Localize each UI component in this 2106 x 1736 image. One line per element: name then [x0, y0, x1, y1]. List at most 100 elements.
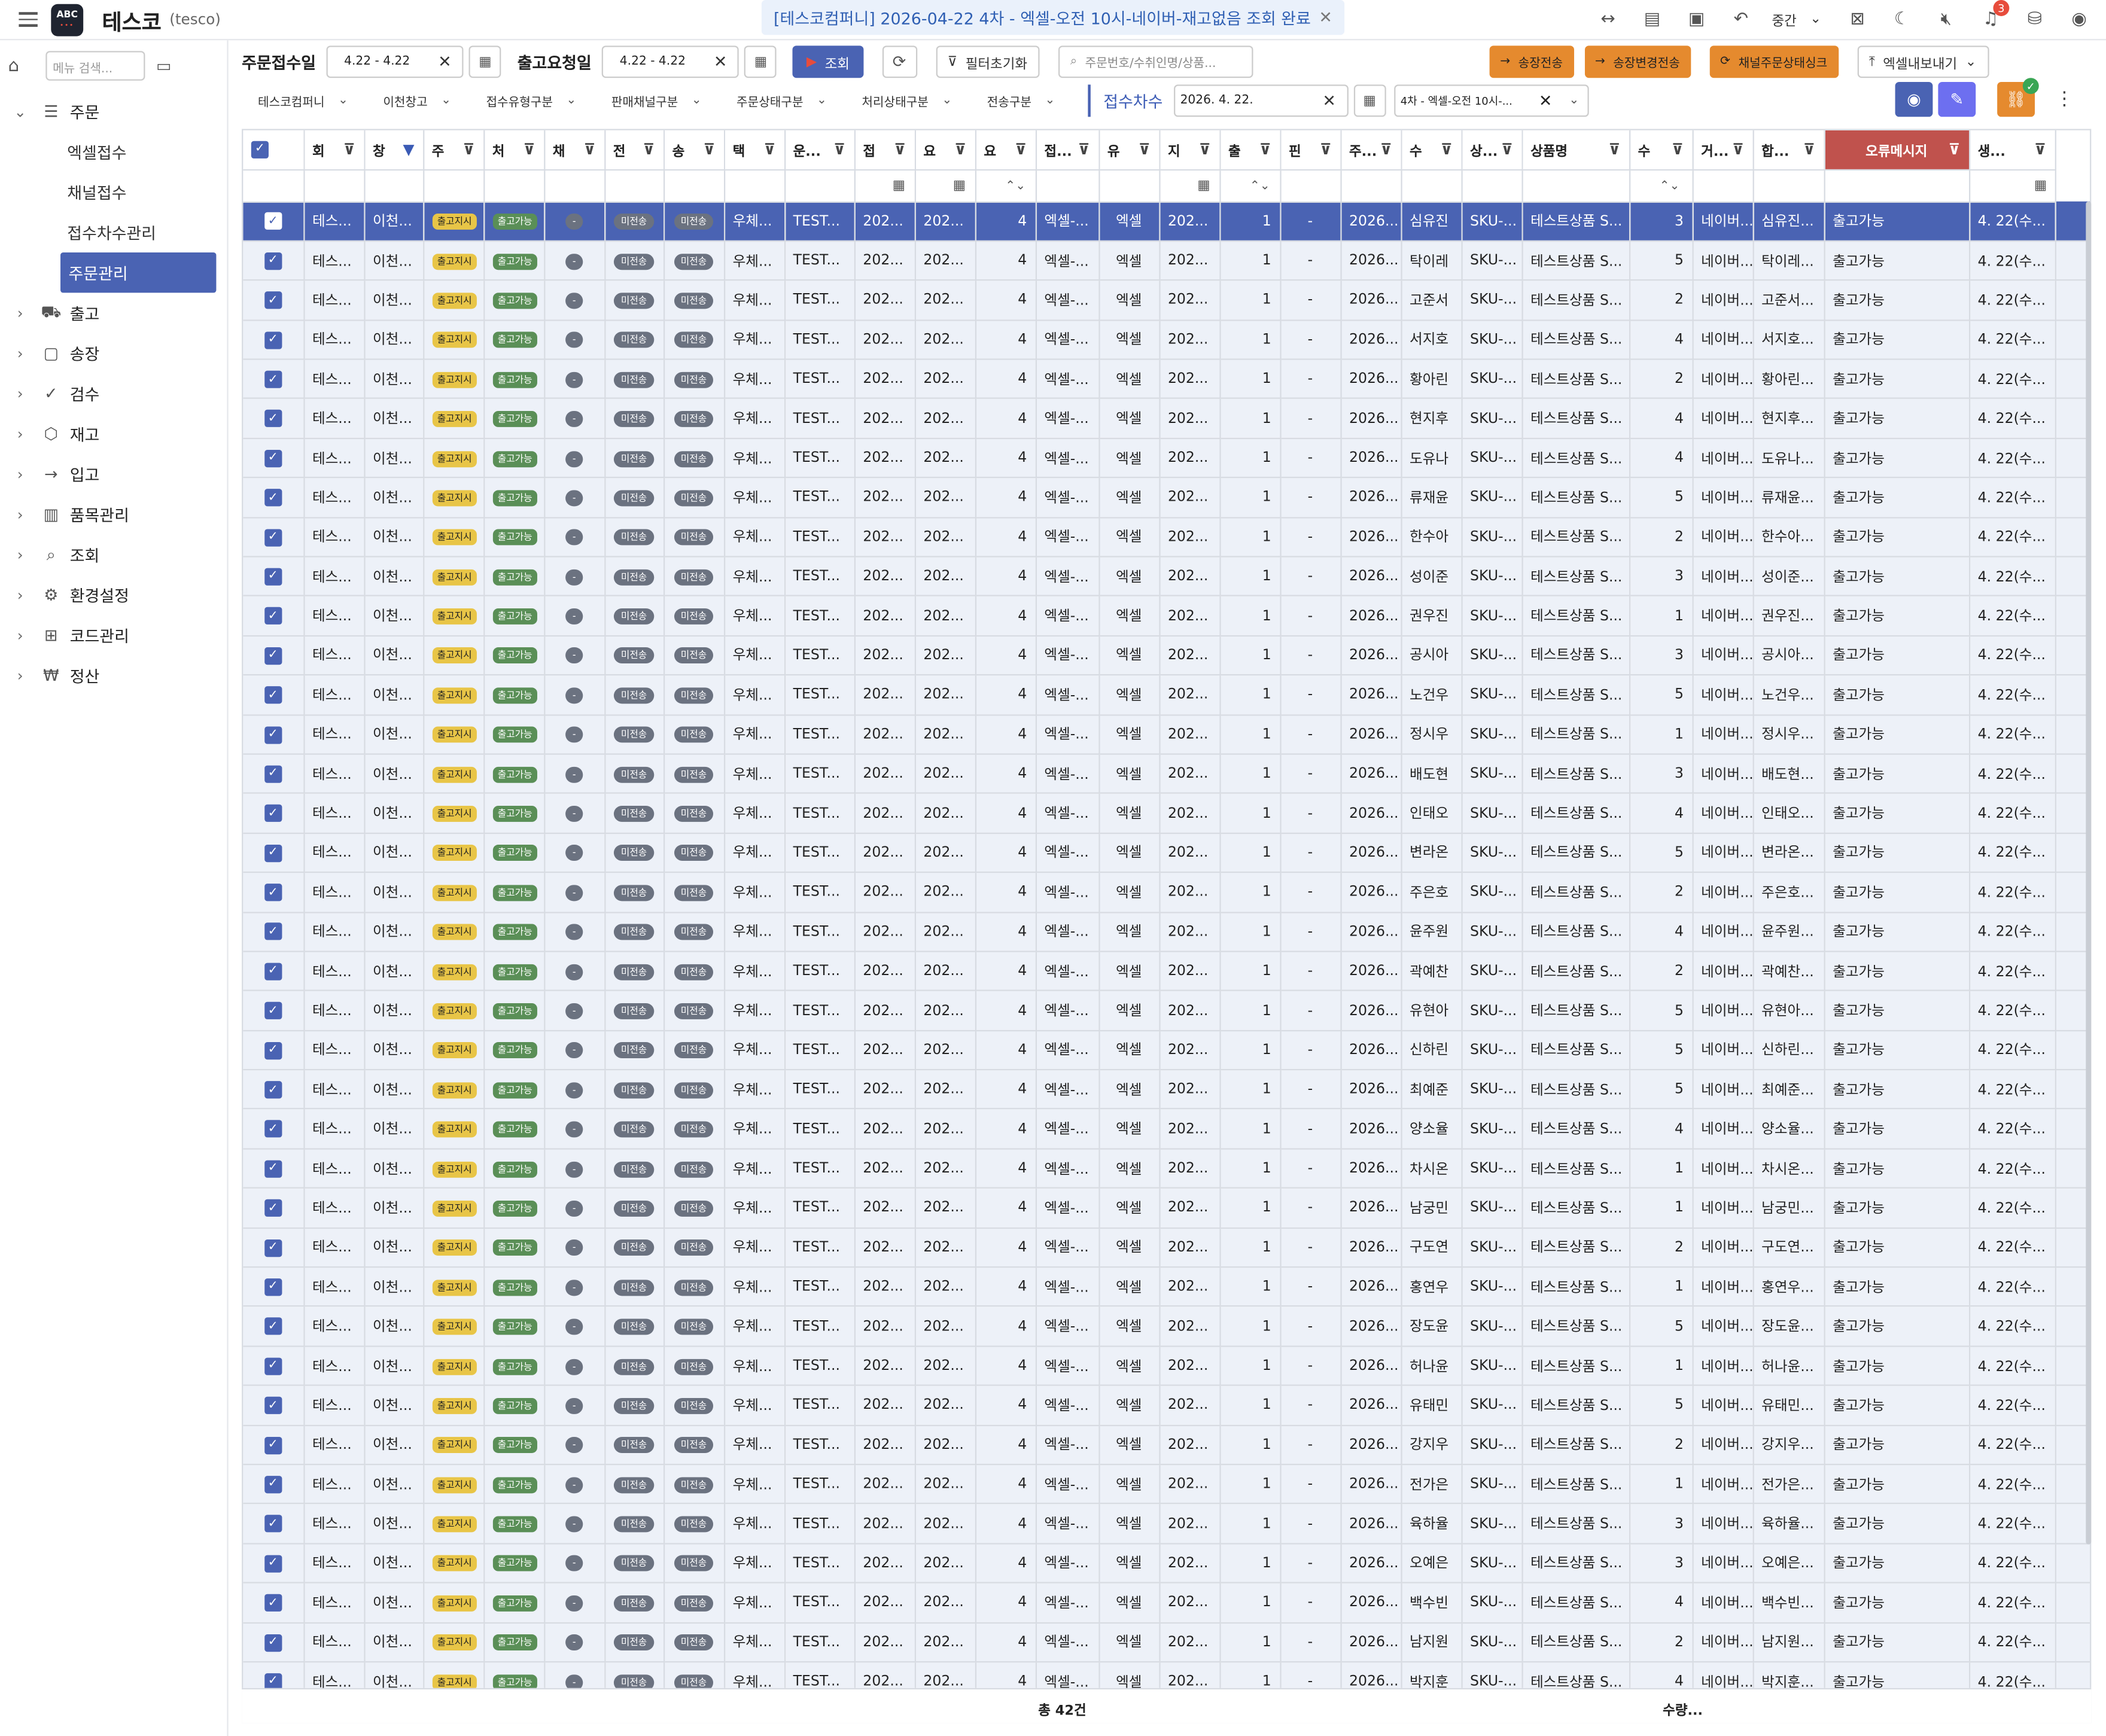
- row-checkbox-cell[interactable]: ✓: [243, 1228, 305, 1268]
- refresh-icon[interactable]: ⟳: [881, 45, 917, 78]
- row-checkbox[interactable]: ✓: [264, 1515, 282, 1533]
- column-header[interactable]: 접 ⊽: [854, 130, 915, 170]
- row-checkbox[interactable]: ✓: [264, 252, 282, 270]
- filter-dropdown[interactable]: 전송구분 ⌄: [971, 92, 1055, 109]
- row-checkbox[interactable]: ✓: [264, 1318, 282, 1336]
- edit-button[interactable]: ✎: [1938, 81, 1976, 117]
- table-row[interactable]: ✓ 테스... 이천... 출고지시 출고가능 - 미전송 미전송 우체... TEST... 20…: [243, 872, 2090, 913]
- order-search-input[interactable]: ⌕ 주문번호/수취인명/상품...: [1058, 45, 1253, 78]
- table-row[interactable]: ✓ 테스... 이천... 출고지시 출고가능 - 미전송 미전송 우체... TEST... 20…: [243, 201, 2090, 242]
- table-row[interactable]: ✓ 테스... 이천... 출고지시 출고가능 - 미전송 미전송 우체... TEST... 20…: [243, 1030, 2090, 1071]
- table-row[interactable]: ✓ 테스... 이천... 출고지시 출고가능 - 미전송 미전송 우체... TEST... 20…: [243, 951, 2090, 992]
- table-row[interactable]: ✓ 테스... 이천... 출고지시 출고가능 - 미전송 미전송 우체... TEST... 20…: [243, 793, 2090, 834]
- clear-icon[interactable]: ✕: [1322, 92, 1336, 110]
- sidebar-item[interactable]: › → 입고: [0, 454, 227, 494]
- column-header[interactable]: 접... ⊽: [1035, 130, 1100, 170]
- column-header[interactable]: 수 ⊽: [1629, 130, 1693, 170]
- column-header[interactable]: 수 ⊽: [1401, 130, 1462, 170]
- calendar-icon[interactable]: ▦: [893, 179, 905, 194]
- table-row[interactable]: ✓ 테스... 이천... 출고지시 출고가능 - 미전송 미전송 우체... TEST... 20…: [243, 1070, 2090, 1110]
- sidebar-item[interactable]: ⌄ ☰ 주문: [0, 92, 227, 132]
- row-checkbox[interactable]: ✓: [264, 291, 282, 309]
- sidebar-subitem[interactable]: 접수차수관리: [0, 212, 227, 252]
- send-invoice-button[interactable]: → 송장전송: [1489, 45, 1574, 78]
- filter-cell[interactable]: [1401, 169, 1462, 202]
- filter-icon[interactable]: ⊽: [833, 141, 845, 159]
- link-button[interactable]: ⛓ ✓: [1997, 78, 2039, 117]
- filter-cell[interactable]: [1752, 169, 1825, 202]
- row-checkbox[interactable]: ✓: [264, 1594, 282, 1612]
- scrollbar[interactable]: [2086, 201, 2092, 1545]
- row-checkbox[interactable]: ✓: [264, 1041, 282, 1059]
- table-row[interactable]: ✓ 테스... 이천... 출고지시 출고가능 - 미전송 미전송 우체... TEST... 20…: [243, 1385, 2090, 1426]
- row-checkbox-cell[interactable]: ✓: [243, 675, 305, 715]
- sidebar-item[interactable]: › ⊞ 코드관리: [0, 615, 227, 655]
- row-checkbox[interactable]: ✓: [264, 805, 282, 823]
- row-checkbox-cell[interactable]: ✓: [243, 833, 305, 873]
- table-row[interactable]: ✓ 테스... 이천... 출고지시 출고가능 - 미전송 미전송 우체... TEST... 20…: [243, 1622, 2090, 1663]
- more-icon[interactable]: ⋮: [2055, 89, 2074, 110]
- row-checkbox-cell[interactable]: ✓: [243, 359, 305, 400]
- row-checkbox[interactable]: ✓: [264, 370, 282, 388]
- row-checkbox-cell[interactable]: ✓: [243, 1425, 305, 1466]
- row-checkbox-cell[interactable]: ✓: [243, 1030, 305, 1071]
- row-checkbox-cell[interactable]: ✓: [243, 280, 305, 321]
- filter-cell[interactable]: [1035, 169, 1100, 202]
- filter-active-icon[interactable]: ▼: [403, 141, 415, 159]
- column-header[interactable]: 처 ⊽: [483, 130, 545, 170]
- change-invoice-button[interactable]: → 송장변경전송: [1584, 45, 1691, 78]
- column-header[interactable]: 거... ⊽: [1692, 130, 1754, 170]
- row-checkbox-cell[interactable]: ✓: [243, 319, 305, 360]
- table-row[interactable]: ✓ 테스... 이천... 출고지시 출고가능 - 미전송 미전송 우체... TEST... 20…: [243, 359, 2090, 400]
- filter-dropdown[interactable]: 주문상태구분 ⌄: [720, 92, 827, 109]
- column-header[interactable]: 주... ⊽: [1340, 130, 1402, 170]
- table-row[interactable]: ✓ 테스... 이천... 출고지시 출고가능 - 미전송 미전송 우체... TEST... 20…: [243, 1464, 2090, 1505]
- table-row[interactable]: ✓ 테스... 이천... 출고지시 출고가능 - 미전송 미전송 우체... TEST... 20…: [243, 1306, 2090, 1347]
- moon-icon[interactable]: ☾: [1888, 5, 1915, 32]
- clear-icon[interactable]: ✕: [1539, 92, 1553, 110]
- row-checkbox-cell[interactable]: ✓: [243, 1504, 305, 1545]
- filter-cell[interactable]: ⌃⌄: [975, 169, 1036, 202]
- table-row[interactable]: ✓ 테스... 이천... 출고지시 출고가능 - 미전송 미전송 우체... TEST... 20…: [243, 991, 2090, 1031]
- row-checkbox-cell[interactable]: ✓: [243, 556, 305, 597]
- calendar-icon[interactable]: ▦: [1353, 84, 1386, 117]
- filter-dropdown[interactable]: 판매채널구분 ⌄: [595, 92, 702, 109]
- row-checkbox[interactable]: ✓: [264, 449, 282, 467]
- row-checkbox[interactable]: ✓: [264, 726, 282, 744]
- table-row[interactable]: ✓ 테스... 이천... 출고지시 출고가능 - 미전송 미전송 우체... TEST... 20…: [243, 240, 2090, 281]
- sidebar-subitem[interactable]: 엑셀접수: [0, 132, 227, 172]
- row-checkbox[interactable]: ✓: [264, 686, 282, 704]
- table-row[interactable]: ✓ 테스... 이천... 출고지시 출고가능 - 미전송 미전송 우체... TEST... 20…: [243, 596, 2090, 636]
- table-row[interactable]: ✓ 테스... 이천... 출고지시 출고가능 - 미전송 미전송 우체... TEST... 20…: [243, 556, 2090, 597]
- table-row[interactable]: ✓ 테스... 이천... 출고지시 출고가능 - 미전송 미전송 우체... TEST... 20…: [243, 438, 2090, 479]
- row-checkbox[interactable]: ✓: [264, 607, 282, 625]
- column-header[interactable]: 출 ⊽: [1219, 130, 1281, 170]
- filter-icon[interactable]: ⊽: [894, 141, 906, 159]
- column-header[interactable]: 상... ⊽: [1461, 130, 1523, 170]
- column-header[interactable]: 송 ⊽: [663, 130, 725, 170]
- filter-cell[interactable]: [784, 169, 855, 202]
- filter-cell[interactable]: [663, 169, 725, 202]
- row-checkbox-cell[interactable]: ✓: [243, 1543, 305, 1584]
- row-checkbox-cell[interactable]: ✓: [243, 912, 305, 952]
- table-row[interactable]: ✓ 테스... 이천... 출고지시 출고가능 - 미전송 미전송 우체... TEST... 20…: [243, 1543, 2090, 1584]
- sidebar-item[interactable]: › ⛟ 출고: [0, 293, 227, 333]
- row-checkbox[interactable]: ✓: [264, 923, 282, 941]
- sidebar-item[interactable]: › ✓ 검수: [0, 373, 227, 413]
- column-header[interactable]: 주 ⊽: [423, 130, 485, 170]
- row-checkbox-cell[interactable]: ✓: [243, 1070, 305, 1110]
- filter-icon[interactable]: ⊽: [1078, 141, 1090, 159]
- sidebar-item[interactable]: › ⌕ 조회: [0, 534, 227, 574]
- sidebar-item[interactable]: › ₩ 정산: [0, 656, 227, 696]
- home-icon[interactable]: ⌂: [8, 56, 19, 76]
- filter-icon[interactable]: ⊽: [643, 141, 655, 159]
- filter-cell[interactable]: [1461, 169, 1523, 202]
- row-checkbox[interactable]: ✓: [264, 1120, 282, 1138]
- bell-icon[interactable]: ♫ 3: [1977, 0, 2010, 32]
- row-checkbox[interactable]: ✓: [264, 1002, 282, 1020]
- sort-icon[interactable]: ⌃⌄: [1250, 180, 1270, 193]
- column-header[interactable]: 택 ⊽: [724, 130, 786, 170]
- table-row[interactable]: ✓ 테스... 이천... 출고지시 출고가능 - 미전송 미전송 우체... TEST... 20…: [243, 1149, 2090, 1189]
- calendar-icon[interactable]: ▦: [468, 45, 501, 78]
- row-checkbox-cell[interactable]: ✓: [243, 1306, 305, 1347]
